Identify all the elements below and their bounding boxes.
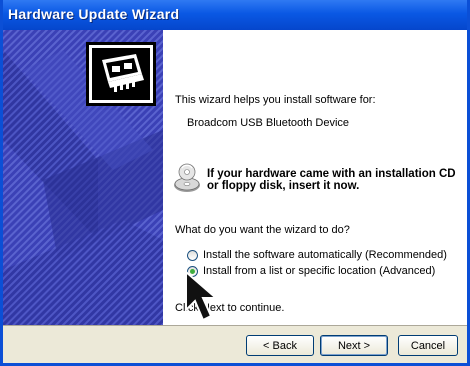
next-button[interactable]: Next > (320, 335, 388, 356)
cd-instruction: If your hardware came with an installati… (207, 168, 456, 192)
option-label-install-from-list[interactable]: Install from a list or specific location… (203, 265, 435, 277)
hardware-card-icon (86, 42, 156, 106)
radio-install-automatically[interactable] (187, 249, 198, 261)
cd-instruction-line-2: or floppy disk, insert it now. (207, 180, 360, 192)
window-title: Hardware Update Wizard (8, 6, 180, 22)
title-bar[interactable]: Hardware Update Wizard (3, 0, 467, 30)
hardware-update-wizard-window: Hardware Update Wizard This wizard helps… (0, 0, 470, 366)
wizard-side-panel (3, 30, 163, 325)
mouse-pointer-icon (185, 270, 219, 322)
question-text: What do you want the wizard to do? (175, 224, 350, 236)
cd-disk-icon (174, 163, 200, 192)
option-label-install-automatically[interactable]: Install the software automatically (Reco… (203, 249, 447, 261)
device-name: Broadcom USB Bluetooth Device (187, 117, 350, 129)
cancel-button[interactable]: Cancel (398, 335, 458, 356)
back-button[interactable]: < Back (246, 335, 314, 356)
intro-text: This wizard helps you install software f… (175, 94, 376, 106)
option-install-from-list[interactable]: Install from a list or specific location… (187, 265, 435, 277)
cd-instruction-line-1: If your hardware came with an installati… (207, 168, 456, 180)
button-bar: < Back Next > Cancel (3, 325, 467, 363)
option-install-automatically[interactable]: Install the software automatically (Reco… (187, 249, 447, 261)
